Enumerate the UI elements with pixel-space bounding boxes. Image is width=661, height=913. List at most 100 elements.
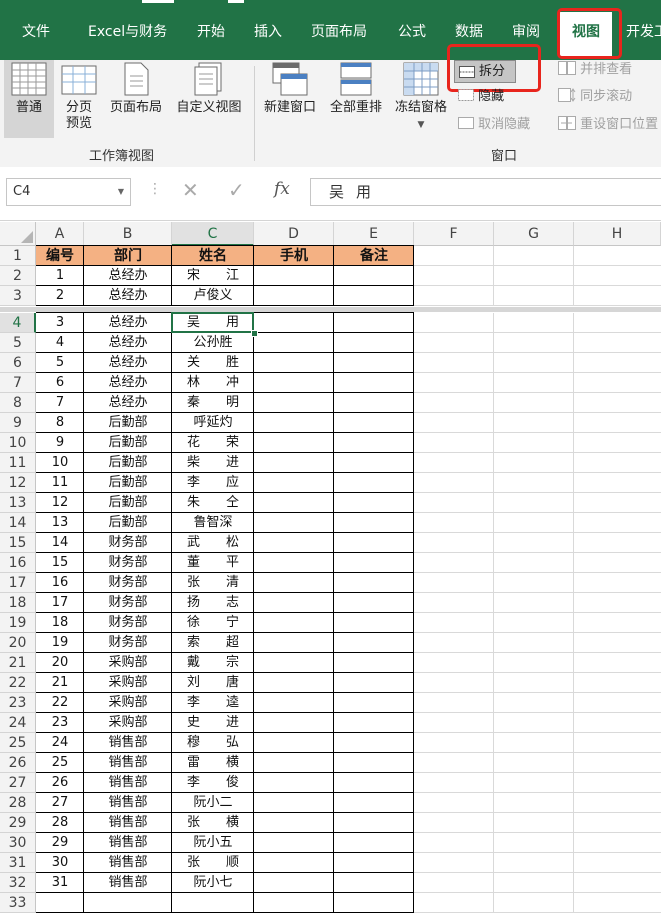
row-header[interactable]: 28 [0,793,36,813]
note-cell[interactable] [334,733,414,753]
phone-cell[interactable] [254,653,334,673]
id-cell[interactable]: 24 [36,733,84,753]
phone-cell[interactable] [254,713,334,733]
row-header[interactable]: 29 [0,813,36,833]
id-cell[interactable]: 14 [36,533,84,553]
department-cell[interactable]: 后勤部 [84,453,172,473]
row-header[interactable]: 6 [0,353,36,373]
column-header-a[interactable]: A [36,222,84,246]
department-cell[interactable]: 后勤部 [84,513,172,533]
phone-cell[interactable] [254,673,334,693]
phone-cell[interactable] [254,633,334,653]
phone-cell[interactable] [254,733,334,753]
row-header[interactable]: 4 [0,313,36,333]
column-header-c[interactable]: C [172,222,254,246]
row-header[interactable]: 13 [0,493,36,513]
phone-cell[interactable] [254,433,334,453]
name-cell[interactable]: 穆 弘 [172,733,254,753]
tab-page-layout[interactable]: 页面布局 [311,22,367,42]
name-cell[interactable]: 秦 明 [172,393,254,413]
department-cell[interactable]: 后勤部 [84,433,172,453]
department-cell[interactable]: 采购部 [84,713,172,733]
name-cell[interactable]: 鲁智深 [172,513,254,533]
name-cell[interactable]: 刘 唐 [172,673,254,693]
department-cell[interactable]: 后勤部 [84,493,172,513]
column-header-f[interactable]: F [414,222,494,246]
row-header[interactable]: 22 [0,673,36,693]
tab-formulas[interactable]: 公式 [398,22,426,42]
note-cell[interactable] [334,753,414,773]
row-header[interactable]: 2 [0,266,36,286]
split-bar[interactable] [0,307,661,312]
name-cell[interactable]: 张 清 [172,573,254,593]
department-cell[interactable]: 采购部 [84,653,172,673]
row-header[interactable]: 31 [0,853,36,873]
id-cell[interactable]: 15 [36,553,84,573]
phone-cell[interactable] [254,393,334,413]
id-cell[interactable]: 26 [36,773,84,793]
name-cell[interactable]: 李 应 [172,473,254,493]
id-cell[interactable]: 23 [36,713,84,733]
normal-view-button[interactable]: 普通 [4,60,54,138]
note-cell[interactable] [334,853,414,873]
row-header[interactable]: 1 [0,246,36,266]
table-header-cell[interactable]: 部门 [84,246,172,266]
name-cell[interactable]: 董 平 [172,553,254,573]
note-cell[interactable] [334,473,414,493]
department-cell[interactable]: 财务部 [84,553,172,573]
name-cell[interactable]: 索 超 [172,633,254,653]
department-cell[interactable]: 销售部 [84,833,172,853]
enter-icon[interactable]: ✓ [228,178,245,202]
name-cell[interactable]: 武 松 [172,533,254,553]
row-header[interactable]: 14 [0,513,36,533]
id-cell[interactable]: 8 [36,413,84,433]
note-cell[interactable] [334,873,414,893]
department-cell[interactable]: 总经办 [84,353,172,373]
tab-insert[interactable]: 插入 [254,22,282,42]
name-cell[interactable]: 雷 横 [172,753,254,773]
note-cell[interactable] [334,773,414,793]
page-layout-view-button[interactable]: 页面布局 [104,60,168,116]
row-header[interactable]: 8 [0,393,36,413]
department-cell[interactable]: 财务部 [84,613,172,633]
row-header[interactable]: 27 [0,773,36,793]
row-header[interactable]: 12 [0,473,36,493]
phone-cell[interactable] [254,613,334,633]
tab-home[interactable]: 开始 [197,22,225,42]
department-cell[interactable]: 总经办 [84,313,172,333]
phone-cell[interactable] [254,533,334,553]
id-cell[interactable]: 27 [36,793,84,813]
phone-cell[interactable] [254,286,334,306]
note-cell[interactable] [334,553,414,573]
note-cell[interactable] [334,266,414,286]
department-cell[interactable]: 销售部 [84,733,172,753]
note-cell[interactable] [334,693,414,713]
insert-function-icon[interactable]: fx [274,179,290,199]
note-cell[interactable] [334,493,414,513]
row-header[interactable]: 3 [0,286,36,306]
id-cell[interactable]: 5 [36,353,84,373]
row-header[interactable]: 9 [0,413,36,433]
phone-cell[interactable] [254,833,334,853]
name-cell[interactable]: 花 荣 [172,433,254,453]
department-cell[interactable]: 销售部 [84,853,172,873]
department-cell[interactable]: 销售部 [84,793,172,813]
id-cell[interactable]: 29 [36,833,84,853]
phone-cell[interactable] [254,313,334,333]
department-cell[interactable]: 财务部 [84,593,172,613]
hide-window-button[interactable]: 隐藏 [458,87,504,107]
row-header[interactable]: 26 [0,753,36,773]
note-cell[interactable] [334,353,414,373]
row-header[interactable]: 11 [0,453,36,473]
department-cell[interactable]: 总经办 [84,266,172,286]
phone-cell[interactable] [254,873,334,893]
name-cell[interactable]: 戴 宗 [172,653,254,673]
note-cell[interactable] [334,393,414,413]
note-cell[interactable] [334,833,414,853]
row-header[interactable]: 25 [0,733,36,753]
department-cell[interactable]: 后勤部 [84,473,172,493]
tab-data[interactable]: 数据 [455,22,483,42]
note-cell[interactable] [334,813,414,833]
row-header[interactable]: 18 [0,593,36,613]
name-cell[interactable]: 关 胜 [172,353,254,373]
